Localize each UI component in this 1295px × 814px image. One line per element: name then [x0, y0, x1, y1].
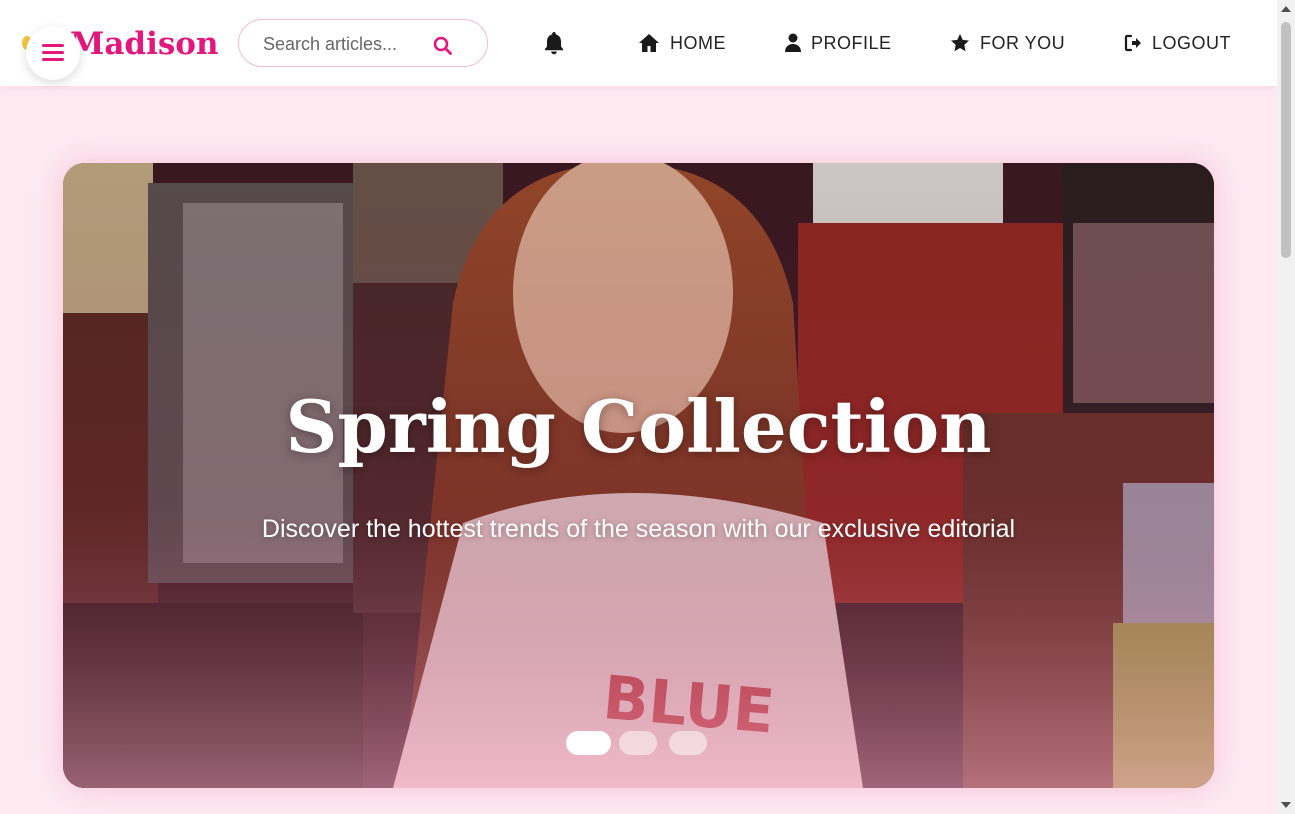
nav-for-you[interactable]: FOR YOU	[950, 29, 1065, 57]
logout-icon	[1124, 34, 1141, 52]
scroll-thumb[interactable]	[1281, 22, 1291, 258]
hamburger-menu-icon	[42, 44, 64, 62]
carousel-dot-1[interactable]	[566, 731, 611, 755]
nav-home-label: HOME	[670, 32, 726, 53]
search-icon[interactable]	[431, 34, 455, 58]
carousel-dot-3[interactable]	[669, 731, 707, 755]
top-navbar: Madison HOME PROFILE	[0, 0, 1277, 86]
star-icon	[951, 34, 969, 52]
hero-subtitle: Discover the hottest trends of the seaso…	[261, 515, 1016, 543]
nav-for-you-label: FOR YOU	[980, 32, 1066, 53]
nav-home[interactable]: HOME	[638, 29, 726, 57]
brand-name: Madison	[70, 26, 219, 62]
hero-carousel: BLUE Spring Collection Discover the hott…	[63, 163, 1214, 788]
scroll-up-arrow-icon[interactable]	[1277, 0, 1295, 18]
search-box	[238, 19, 488, 67]
page-scrollbar[interactable]	[1277, 0, 1295, 814]
carousel-dot-2[interactable]	[619, 731, 657, 755]
bell-icon[interactable]	[542, 30, 566, 56]
nav-logout[interactable]: LOGOUT	[1124, 29, 1231, 57]
hero-title: Spring Collection	[285, 384, 992, 469]
scroll-down-arrow-icon[interactable]	[1277, 796, 1295, 814]
user-icon	[785, 33, 801, 52]
hero-background-image: BLUE	[63, 163, 1214, 788]
home-icon	[639, 34, 659, 52]
nav-logout-label: LOGOUT	[1152, 32, 1232, 53]
nav-profile[interactable]: PROFILE	[785, 29, 892, 57]
nav-profile-label: PROFILE	[811, 32, 892, 53]
search-input[interactable]	[263, 32, 423, 56]
hamburger-menu-button[interactable]	[26, 26, 80, 80]
